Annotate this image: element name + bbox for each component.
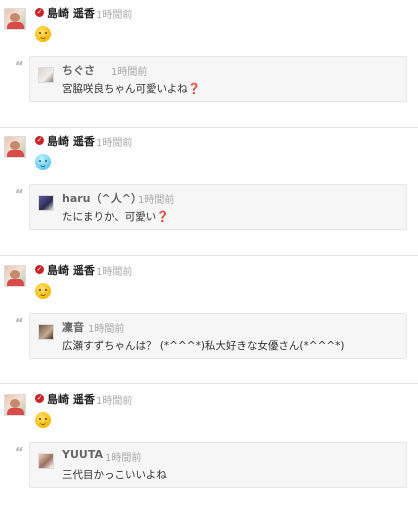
divider (0, 255, 418, 256)
verified-badge-icon: ✓ (35, 8, 44, 17)
post-time[interactable]: 1時間前 (96, 392, 132, 407)
verified-badge-icon: ✓ (35, 394, 44, 403)
post: ✓ 島崎 遥香 1時間前 “ haru（^人^） 1時間前 たにまりか、可愛い❓ (0, 128, 418, 256)
quote-icon: “ (15, 60, 24, 75)
commenter-avatar[interactable] (38, 324, 54, 340)
smiling-face-emoji-icon (35, 283, 51, 299)
commenter-name[interactable]: ちぐさ (62, 62, 95, 78)
comment-text: 広瀬すずちゃんは？ (*^^^*)私大好きな女優さん(*^^^*) (62, 340, 345, 352)
comment-time[interactable]: 1時間前 (138, 191, 174, 206)
post: ✓ 島崎 遥香 1時間前 “ 凜音 1時間前 広瀬すずちゃんは？ (*^^^*)… (0, 257, 418, 385)
cold-face-emoji-icon (35, 154, 51, 170)
divider (0, 383, 418, 384)
comment: 凜音 1時間前 広瀬すずちゃんは？ (*^^^*)私大好きな女優さん(*^^^*… (29, 313, 407, 359)
verified-badge-icon: ✓ (35, 136, 44, 145)
comment-time[interactable]: 1時間前 (88, 320, 124, 335)
comment-text: 三代目かっこいいよね (62, 469, 167, 481)
post-time[interactable]: 1時間前 (96, 6, 132, 21)
author-avatar[interactable] (4, 136, 26, 158)
comment: ちぐさ 1時間前 宮脇咲良ちゃん可愛いよね❓ (29, 56, 407, 102)
author-name[interactable]: 島崎 遥香 (47, 391, 95, 407)
commenter-name[interactable]: haru（^人^） (62, 190, 142, 206)
commenter-avatar[interactable] (38, 453, 54, 469)
post: ✓ 島崎 遥香 1時間前 “ ちぐさ 1時間前 宮脇咲良ちゃん可愛いよね❓ (0, 0, 418, 128)
comment: YUUTA 1時間前 三代目かっこいいよね (29, 442, 407, 488)
author-avatar[interactable] (4, 394, 26, 416)
quote-icon: “ (15, 317, 24, 332)
comment-text: たにまりか、可愛い❓ (62, 211, 170, 223)
comment-time[interactable]: 1時間前 (105, 449, 141, 464)
comment: haru（^人^） 1時間前 たにまりか、可愛い❓ (29, 184, 407, 230)
commenter-name[interactable]: 凜音 (62, 319, 84, 335)
post-time[interactable]: 1時間前 (96, 263, 132, 278)
smiling-face-emoji-icon (35, 412, 51, 428)
author-name[interactable]: 島崎 遥香 (47, 5, 95, 21)
quote-icon: “ (15, 446, 24, 461)
author-name[interactable]: 島崎 遥香 (47, 262, 95, 278)
post-feed: ✓ 島崎 遥香 1時間前 “ ちぐさ 1時間前 宮脇咲良ちゃん可愛いよね❓ ✓ … (0, 0, 418, 503)
author-name[interactable]: 島崎 遥香 (47, 133, 95, 149)
author-avatar[interactable] (4, 8, 26, 30)
comment-time[interactable]: 1時間前 (111, 63, 147, 78)
commenter-name[interactable]: YUUTA (62, 448, 103, 461)
author-avatar[interactable] (4, 265, 26, 287)
smiling-face-emoji-icon (35, 26, 51, 42)
verified-badge-icon: ✓ (35, 265, 44, 274)
comment-text: 宮脇咲良ちゃん可愛いよね❓ (62, 83, 201, 95)
commenter-avatar[interactable] (38, 195, 54, 211)
commenter-avatar[interactable] (38, 67, 54, 83)
post: ✓ 島崎 遥香 1時間前 “ YUUTA 1時間前 三代目かっこいいよね (0, 386, 418, 514)
quote-icon: “ (15, 188, 24, 203)
post-time[interactable]: 1時間前 (96, 134, 132, 149)
